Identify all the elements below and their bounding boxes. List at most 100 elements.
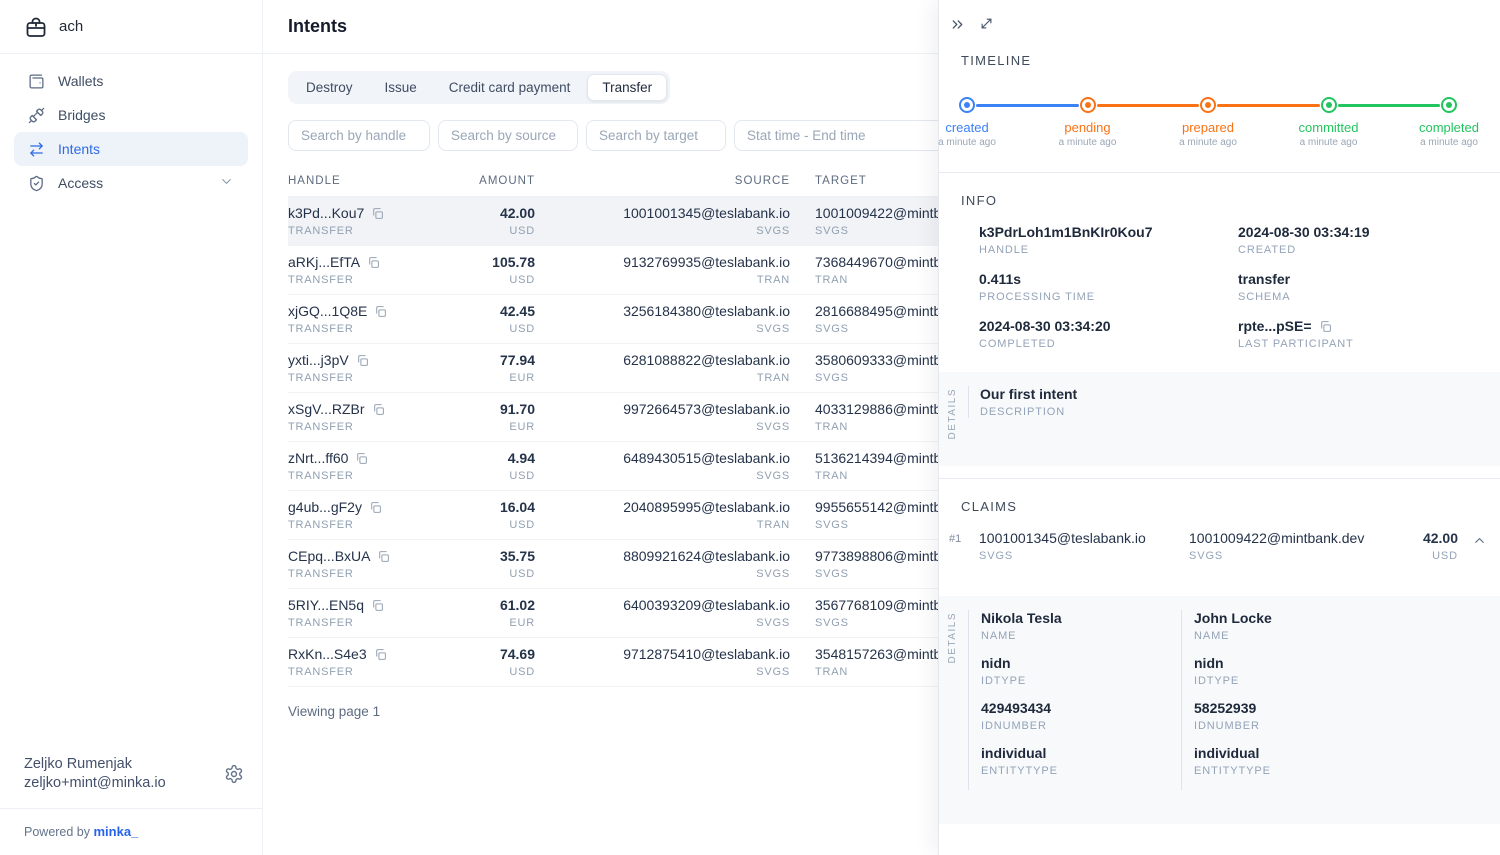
sidebar-item-label: Intents: [58, 141, 100, 157]
intent-currency: USD: [463, 323, 535, 335]
timeline-step-time: a minute ago: [907, 137, 1027, 148]
timeline-node-created: [959, 97, 975, 113]
copy-icon[interactable]: [371, 599, 384, 612]
claim-detail-value: nidn: [981, 655, 1181, 671]
timeline-step-time: a minute ago: [1028, 137, 1148, 148]
source-wallet: SVGS: [535, 666, 790, 678]
timeline-step-label: committed: [1269, 120, 1389, 135]
intent-source: 9712875410@teslabank.io: [535, 646, 790, 662]
chevron-down-icon[interactable]: [219, 174, 234, 192]
claim-detail-field: individual ENTITYTYPE: [1194, 745, 1478, 777]
intent-currency: USD: [463, 274, 535, 286]
intent-source: 1001001345@teslabank.io: [535, 205, 790, 221]
info-field-label: SCHEMA: [1238, 291, 1478, 303]
schema-tabs: Destroy Issue Credit card payment Transf…: [288, 71, 670, 104]
collapse-claim-button[interactable]: [1458, 530, 1500, 548]
timeline-node-prepared: [1200, 97, 1216, 113]
user-block: Zeljko Rumenjak zeljko+mint@minka.io: [0, 755, 262, 793]
info-field-value: k3PdrLoh1m1BnKIr0Kou7: [979, 224, 1152, 240]
timeline-step-label: pending: [1028, 120, 1148, 135]
intent-type: TRANSFER: [288, 274, 463, 286]
timeline-title: TIMELINE: [961, 53, 1500, 68]
intent-type: TRANSFER: [288, 470, 463, 482]
copy-icon[interactable]: [356, 354, 369, 367]
claim-detail-label: NAME: [981, 630, 1181, 642]
info-field: rpte...pSE= LAST PARTICIPANT: [1238, 318, 1478, 350]
intent-source: 8809921624@teslabank.io: [535, 548, 790, 564]
user-email: zeljko+mint@minka.io: [24, 774, 224, 793]
copy-icon[interactable]: [372, 403, 385, 416]
info-field-label: COMPLETED: [979, 338, 1238, 350]
search-by-source-input[interactable]: [438, 120, 578, 151]
tab-destroy[interactable]: Destroy: [291, 74, 368, 101]
intent-amount: 4.94: [463, 450, 535, 466]
sidebar-item-wallets[interactable]: Wallets: [14, 64, 248, 98]
settings-button[interactable]: [224, 764, 244, 784]
search-by-target-input[interactable]: [586, 120, 726, 151]
app-logo-icon: [24, 15, 48, 39]
intent-type: TRANSFER: [288, 519, 463, 531]
intent-amount: 42.00: [463, 205, 535, 221]
claim-currency: USD: [1378, 550, 1458, 562]
copy-icon[interactable]: [374, 305, 387, 318]
copy-icon[interactable]: [369, 501, 382, 514]
copy-icon[interactable]: [367, 256, 380, 269]
copy-icon[interactable]: [377, 550, 390, 563]
claim-detail-value: 429493434: [981, 700, 1181, 716]
intent-source: 2040895995@teslabank.io: [535, 499, 790, 515]
shield-check-icon: [28, 175, 45, 192]
source-wallet: SVGS: [535, 470, 790, 482]
intent-amount: 74.69: [463, 646, 535, 662]
sidebar-item-intents[interactable]: Intents: [14, 132, 248, 166]
tab-issue[interactable]: Issue: [370, 74, 432, 101]
intent-amount: 42.45: [463, 303, 535, 319]
tab-credit-card-payment[interactable]: Credit card payment: [434, 74, 586, 101]
search-by-handle-input[interactable]: [288, 120, 430, 151]
source-wallet: SVGS: [535, 421, 790, 433]
intent-handle: 5RIY...EN5q: [288, 597, 364, 613]
powered-by: Powered by minka_: [0, 808, 262, 855]
info-field-label: PROCESSING TIME: [979, 291, 1238, 303]
intent-handle: yxti...j3pV: [288, 352, 349, 368]
app-title: ach: [59, 18, 83, 35]
intent-handle: g4ub...gF2y: [288, 499, 362, 515]
intent-currency: USD: [463, 470, 535, 482]
intent-currency: EUR: [463, 372, 535, 384]
timeline-segment: [1217, 104, 1320, 107]
copy-icon[interactable]: [371, 207, 384, 220]
sidebar-item-access[interactable]: Access: [14, 166, 248, 200]
collapse-panel-button[interactable]: [949, 16, 966, 33]
claim-detail-field: 429493434 IDNUMBER: [981, 700, 1181, 732]
info-field-value: 0.411s: [979, 271, 1021, 287]
claim-detail-value: 58252939: [1194, 700, 1478, 716]
intent-currency: EUR: [463, 617, 535, 629]
copy-icon[interactable]: [374, 648, 387, 661]
minka-link[interactable]: minka_: [93, 824, 138, 839]
intent-currency: USD: [463, 568, 535, 580]
timeline-step-time: a minute ago: [1269, 137, 1389, 148]
info-field-value: 2024-08-30 03:34:19: [1238, 224, 1370, 240]
claim-target-party: John Locke NAME nidn IDTYPE 58252939 IDN…: [1181, 610, 1478, 790]
claim-detail-field: 58252939 IDNUMBER: [1194, 700, 1478, 732]
intent-handle: k3Pd...Kou7: [288, 205, 364, 221]
copy-icon[interactable]: [1319, 320, 1332, 333]
intent-currency: USD: [463, 666, 535, 678]
panel-toolbar: [939, 0, 1500, 33]
info-field-label: HANDLE: [979, 244, 1238, 256]
claim-detail-label: IDNUMBER: [1194, 720, 1478, 732]
intent-source: 6400393209@teslabank.io: [535, 597, 790, 613]
info-field: 2024-08-30 03:34:19 CREATED: [1238, 224, 1478, 256]
intent-type: TRANSFER: [288, 323, 463, 335]
description-value: Our first intent: [980, 386, 1478, 402]
intent-source: 6489430515@teslabank.io: [535, 450, 790, 466]
copy-icon[interactable]: [355, 452, 368, 465]
intent-amount: 77.94: [463, 352, 535, 368]
info-field-value: rpte...pSE=: [1238, 318, 1312, 334]
expand-panel-button[interactable]: [979, 16, 994, 33]
claim-row[interactable]: #1 1001001345@teslabank.io SVGS 10010094…: [939, 514, 1500, 574]
claim-source-party: Nikola Tesla NAME nidn IDTYPE 429493434 …: [968, 610, 1181, 790]
sidebar-item-bridges[interactable]: Bridges: [14, 98, 248, 132]
info-field-label: CREATED: [1238, 244, 1478, 256]
tab-transfer[interactable]: Transfer: [587, 74, 667, 101]
intent-type: TRANSFER: [288, 666, 463, 678]
